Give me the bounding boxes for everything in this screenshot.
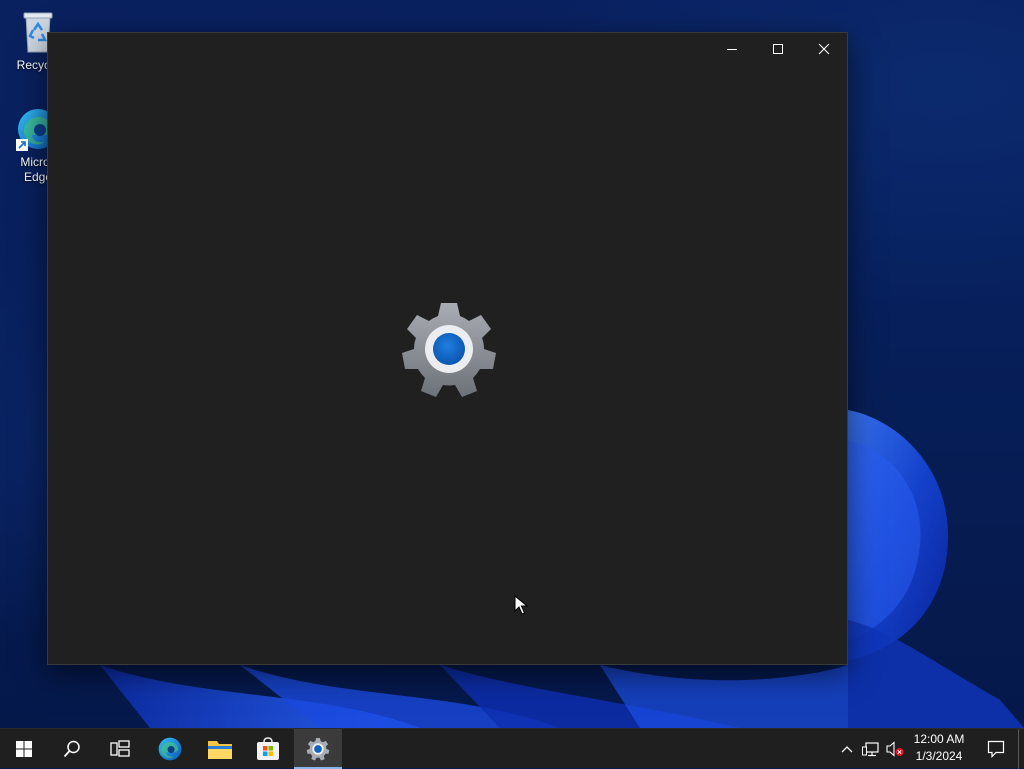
task-view-button[interactable] <box>96 729 144 769</box>
folder-icon <box>208 741 232 759</box>
settings-window <box>47 32 848 665</box>
edge-icon <box>158 737 182 761</box>
close-icon <box>818 43 830 55</box>
settings-gear-icon <box>306 737 330 761</box>
search-icon <box>63 740 80 758</box>
search-button[interactable] <box>48 729 96 769</box>
minimize-icon <box>727 49 737 50</box>
windows-logo-icon <box>16 741 32 757</box>
network-icon <box>862 742 879 757</box>
notification-center-button[interactable] <box>978 729 1014 769</box>
start-button[interactable] <box>0 729 48 769</box>
maximize-icon <box>773 44 783 54</box>
mouse-cursor-icon <box>514 595 528 615</box>
minimize-button[interactable] <box>709 33 755 65</box>
taskbar: 12:00 AM 1/3/2024 <box>0 728 1024 769</box>
network-button[interactable] <box>860 729 882 769</box>
volume-button[interactable] <box>884 729 906 769</box>
maximize-button[interactable] <box>755 33 801 65</box>
chevron-up-icon <box>841 746 853 753</box>
task-view-icon <box>110 740 130 757</box>
show-desktop-button[interactable] <box>1018 729 1024 769</box>
settings-gear-icon <box>402 303 496 397</box>
taskbar-edge-button[interactable] <box>146 729 194 769</box>
clock[interactable]: 12:00 AM 1/3/2024 <box>906 731 972 767</box>
taskbar-store-button[interactable] <box>244 729 292 769</box>
store-icon <box>257 737 279 760</box>
clock-date: 1/3/2024 <box>915 749 963 763</box>
taskbar-file-explorer-button[interactable] <box>196 729 244 769</box>
volume-muted-icon <box>886 741 904 757</box>
close-button[interactable] <box>801 33 847 65</box>
notification-icon <box>987 740 1005 758</box>
title-bar[interactable] <box>48 33 847 65</box>
show-hidden-icons-button[interactable] <box>836 729 858 769</box>
clock-time: 12:00 AM <box>913 732 965 746</box>
taskbar-settings-button[interactable] <box>294 729 342 769</box>
